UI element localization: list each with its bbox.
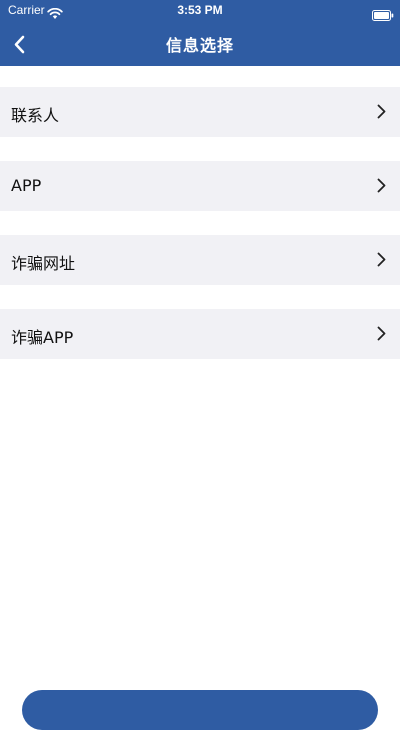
list-item-label: 诈骗网址 [11,254,76,273]
chevron-right-icon [377,252,386,267]
list-item-label: 联系人 [11,106,60,125]
chevron-right-icon [377,326,386,341]
list-item-app[interactable]: APP [0,161,400,211]
clock: 3:53 PM [177,3,223,17]
list-item-label: 诈骗APP [11,328,74,347]
list-item-label: APP [11,176,42,195]
list-item-fraud-app[interactable]: 诈骗APP [0,309,400,359]
list-item-contacts[interactable]: 联系人 [0,87,400,137]
app-header: Carrier 3:53 PM 信息选择 [0,0,400,66]
bottom-action-button[interactable] [22,690,378,730]
status-bar: Carrier 3:53 PM [0,0,400,22]
page-title: 信息选择 [165,36,234,55]
navigation-bar: 信息选择 [0,22,400,66]
list-item-fraud-url[interactable]: 诈骗网址 [0,235,400,285]
chevron-right-icon [377,178,386,193]
chevron-right-icon [377,104,386,119]
info-type-list: 联系人 APP 诈骗网址 诈骗APP [0,87,400,383]
battery-icon [372,6,394,21]
